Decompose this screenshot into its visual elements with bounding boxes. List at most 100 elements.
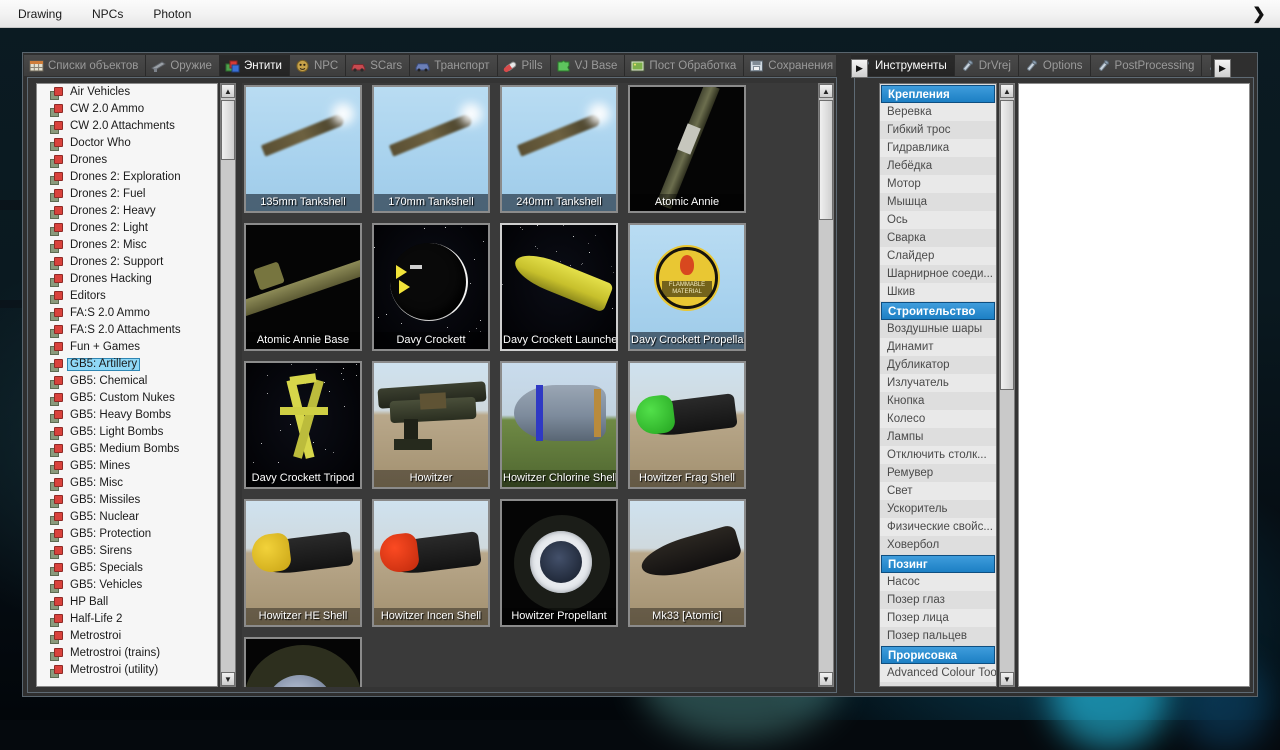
spawnicon-grid[interactable]: 135mm Tankshell170mm Tankshell240mm Tank… <box>242 83 834 687</box>
tree-item[interactable]: HP Ball <box>37 594 217 611</box>
tab-транспорт[interactable]: Транспорт <box>410 55 497 76</box>
tree-item[interactable]: Drones Hacking <box>37 271 217 288</box>
spawn-icon[interactable]: Howitzer Propellant <box>500 499 618 627</box>
tree-item[interactable]: GB5: Mines <box>37 458 217 475</box>
tab-пост-обработка[interactable]: Пост Обработка <box>625 55 744 76</box>
tool-list-item[interactable]: Шарнирное соеди... <box>880 265 996 283</box>
tree-item[interactable]: GB5: Medium Bombs <box>37 441 217 458</box>
tree-item[interactable]: Drones 2: Light <box>37 220 217 237</box>
scrollbar-thumb[interactable] <box>1000 100 1014 390</box>
tree-item[interactable]: Drones 2: Misc <box>37 237 217 254</box>
tree-item[interactable]: GB5: Chemical <box>37 373 217 390</box>
scroll-down-icon[interactable]: ▼ <box>221 672 235 686</box>
spawn-icon[interactable]: FLAMMABLEMATERIALDavy Crockett Propellan… <box>628 223 746 351</box>
tree-item[interactable]: GB5: Protection <box>37 526 217 543</box>
tab-options[interactable]: Options <box>1019 55 1091 76</box>
tool-list-item[interactable]: Свет <box>880 482 996 500</box>
category-tree[interactable]: Air VehiclesCW 2.0 AmmoCW 2.0 Attachment… <box>36 83 218 687</box>
tool-category-list[interactable]: КрепленияВеревкаГибкий тросГидравликаЛеб… <box>879 83 997 687</box>
spawn-icon[interactable]: Howitzer Incen Shell <box>372 499 490 627</box>
tree-item[interactable]: GB5: Vehicles <box>37 577 217 594</box>
tree-item[interactable]: Editors <box>37 288 217 305</box>
tree-item[interactable]: GB5: Artillery <box>37 356 217 373</box>
tool-list-item[interactable]: Шкив <box>880 283 996 301</box>
tool-list-item[interactable]: Гидравлика <box>880 139 996 157</box>
tool-list-item[interactable]: Лампы <box>880 428 996 446</box>
tree-item[interactable]: Doctor Who <box>37 135 217 152</box>
tool-list-item[interactable]: Лебёдка <box>880 157 996 175</box>
spawn-icon[interactable]: Davy Crockett <box>372 223 490 351</box>
menu-item-drawing[interactable]: Drawing <box>6 4 74 24</box>
tree-item[interactable]: GB5: Sirens <box>37 543 217 560</box>
tool-list-item[interactable]: Гибкий трос <box>880 121 996 139</box>
tab-pills[interactable]: Pills <box>498 55 551 76</box>
tool-section-header[interactable]: Крепления <box>881 85 995 103</box>
spawn-icon[interactable]: Howitzer Chlorine Shell <box>500 361 618 489</box>
spawn-icon[interactable]: Howitzer <box>372 361 490 489</box>
tab-энтити[interactable]: Энтити <box>220 55 290 76</box>
tool-section-header[interactable]: Строительство <box>881 302 995 320</box>
right-tabs-scroll-right-button[interactable]: ▶ <box>1214 59 1231 78</box>
tool-list-item[interactable]: Ховербол <box>880 536 996 554</box>
tree-item[interactable]: GB5: Light Bombs <box>37 424 217 441</box>
tool-list-item[interactable]: Advanced Colour Tool <box>880 664 996 682</box>
tool-list-item[interactable]: Позер лица <box>880 609 996 627</box>
tool-list-item[interactable]: Слайдер <box>880 247 996 265</box>
tool-list-item[interactable]: Позер глаз <box>880 591 996 609</box>
tool-section-header[interactable]: Позинг <box>881 555 995 573</box>
tree-item[interactable]: GB5: Heavy Bombs <box>37 407 217 424</box>
tree-item[interactable]: Drones 2: Support <box>37 254 217 271</box>
spawn-icon[interactable]: 170mm Tankshell <box>372 85 490 213</box>
tab-postprocessing[interactable]: PostProcessing <box>1091 55 1203 76</box>
tab-vj-base[interactable]: VJ Base <box>551 55 626 76</box>
tool-list-item[interactable]: Излучатель <box>880 374 996 392</box>
tree-item[interactable]: GB5: Specials <box>37 560 217 577</box>
scroll-up-icon[interactable]: ▲ <box>1000 84 1014 98</box>
tool-list-item[interactable]: Ось <box>880 211 996 229</box>
tool-list-item[interactable]: Физические свойс... <box>880 518 996 536</box>
spawn-icon[interactable]: 240mm Tankshell <box>500 85 618 213</box>
tree-item[interactable]: Drones <box>37 152 217 169</box>
scroll-up-icon[interactable]: ▲ <box>819 84 833 98</box>
tree-item[interactable]: Half-Life 2 <box>37 611 217 628</box>
tab-утили[interactable]: Утили <box>1202 55 1211 76</box>
spawn-icon[interactable]: Atomic Annie Base <box>244 223 362 351</box>
tree-item[interactable]: GB5: Custom Nukes <box>37 390 217 407</box>
tab-drvrej[interactable]: DrVrej <box>955 55 1019 76</box>
tree-item[interactable]: CW 2.0 Ammo <box>37 101 217 118</box>
scroll-up-icon[interactable]: ▲ <box>221 84 235 98</box>
tree-item[interactable]: GB5: Nuclear <box>37 509 217 526</box>
tree-item[interactable]: Metrostroi (trains) <box>37 645 217 662</box>
tool-list-item[interactable]: Ремувер <box>880 464 996 482</box>
tree-item[interactable]: GB5: Missiles <box>37 492 217 509</box>
tool-list-item[interactable]: Сварка <box>880 229 996 247</box>
tree-item[interactable]: Drones 2: Exploration <box>37 169 217 186</box>
spawn-icon[interactable]: Howitzer Frag Shell <box>628 361 746 489</box>
scrollbar-thumb[interactable] <box>819 100 833 220</box>
tree-item[interactable]: FA:S 2.0 Attachments <box>37 322 217 339</box>
tool-list-item[interactable]: Ускоритель <box>880 500 996 518</box>
spawnicon-grid-scrollbar[interactable]: ▲ ▼ <box>818 83 834 687</box>
tree-item[interactable]: FA:S 2.0 Ammo <box>37 305 217 322</box>
tool-list-item[interactable]: Веревка <box>880 103 996 121</box>
tree-item[interactable]: Air Vehicles <box>37 84 217 101</box>
spawn-icon[interactable]: Atomic Annie <box>628 85 746 213</box>
tab-scars[interactable]: SCars <box>346 55 410 76</box>
tree-item[interactable]: CW 2.0 Attachments <box>37 118 217 135</box>
tree-item[interactable]: Drones 2: Fuel <box>37 186 217 203</box>
spawn-icon[interactable]: Mk33 Propellant <box>244 637 362 687</box>
tool-list-item[interactable]: Позер пальцев <box>880 627 996 645</box>
menu-item-npcs[interactable]: NPCs <box>80 4 135 24</box>
left-tabs-scroll-right-button[interactable]: ▶ <box>851 59 868 78</box>
category-tree-scrollbar[interactable]: ▲ ▼ <box>220 83 236 687</box>
tool-list-item[interactable]: Мышца <box>880 193 996 211</box>
spawn-icon[interactable]: Davy Crockett Tripod <box>244 361 362 489</box>
tree-item[interactable]: Metrostroi (utility) <box>37 662 217 679</box>
tree-item[interactable]: GB5: Misc <box>37 475 217 492</box>
tool-list-item[interactable]: Мотор <box>880 175 996 193</box>
tool-list-item[interactable]: Колесо <box>880 410 996 428</box>
tool-options-panel[interactable] <box>1018 83 1250 687</box>
tab-npc[interactable]: NPC <box>290 55 346 76</box>
scroll-down-icon[interactable]: ▼ <box>819 672 833 686</box>
tool-section-header[interactable]: Прорисовка <box>881 646 995 664</box>
